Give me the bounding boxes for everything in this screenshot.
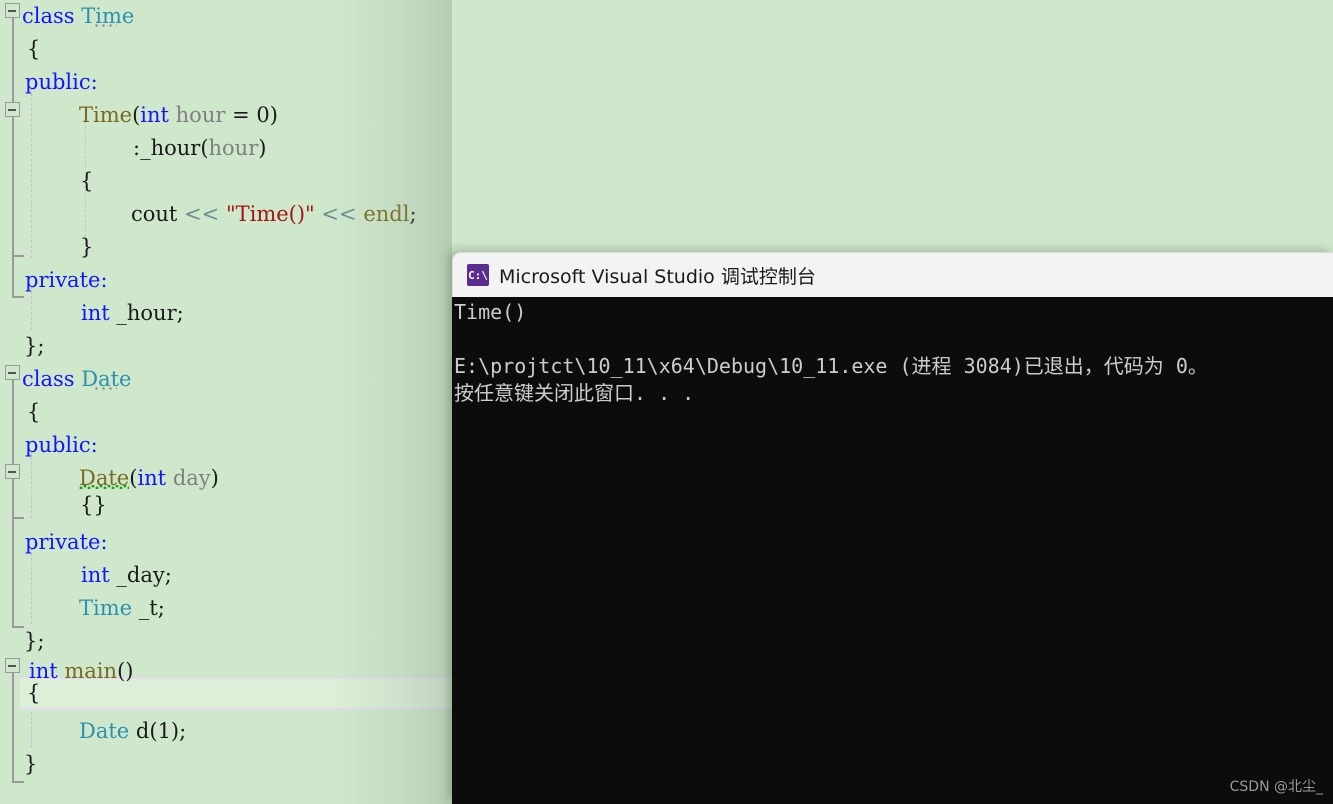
code-line[interactable]: { — [0, 165, 93, 198]
code-line[interactable]: class Time — [0, 0, 134, 33]
code-line[interactable]: }; — [0, 625, 44, 658]
code-line[interactable]: Time(int hour = 0) — [0, 99, 278, 132]
constructor-date: Date — [79, 466, 130, 490]
member-hour: _hour; — [116, 301, 184, 325]
keyword-int: int — [137, 466, 167, 490]
code-line[interactable]: int _hour; — [0, 297, 184, 330]
screenshot-root: class Time { public: Time(int hour = 0) … — [0, 0, 1333, 804]
init-list-member: :_hour — [133, 136, 201, 160]
code-line[interactable]: public: — [0, 429, 98, 462]
code-line[interactable]: }; — [0, 330, 44, 363]
function-main: main — [64, 659, 118, 683]
paren-close: ) — [210, 466, 219, 490]
code-line[interactable]: int _day; — [0, 559, 172, 592]
code-line[interactable]: cout << "Time()" << endl; — [0, 198, 417, 231]
parens: () — [117, 659, 134, 683]
typename-time: Time — [81, 4, 135, 28]
init-arg-hour: hour — [208, 136, 259, 160]
csdn-watermark: CSDN @北尘_ — [1229, 779, 1323, 795]
param-hour: hour — [175, 103, 226, 127]
code-line[interactable]: { — [0, 396, 40, 429]
class-end: }; — [24, 334, 45, 358]
code-line[interactable]: private: — [0, 264, 108, 297]
variable-d: d — [135, 719, 150, 743]
member-day: _day; — [116, 563, 172, 587]
brace-close: } — [80, 235, 94, 259]
typename-date: Date — [81, 367, 132, 391]
console-titlebar[interactable]: C:\ Microsoft Visual Studio 调试控制台 — [452, 252, 1333, 297]
param-day: day — [172, 466, 211, 490]
member-t: _t; — [138, 596, 165, 620]
endl-manipulator: endl — [363, 202, 410, 226]
code-line[interactable]: Time _t; — [0, 592, 165, 625]
cout-stream: cout — [131, 202, 178, 226]
brace-open: { — [80, 169, 94, 193]
keyword-int: int — [81, 301, 110, 325]
brace-open: { — [27, 37, 41, 61]
brace-open: { — [27, 400, 41, 424]
code-line[interactable]: Date d(1); — [0, 715, 186, 748]
console-output-line: 按任意键关闭此窗口. . . — [454, 381, 695, 405]
console-output-line: E:\projtct\10_11\x64\Debug\10_11.exe (进程… — [454, 354, 1208, 378]
console-output-line: Time() — [454, 300, 527, 324]
paren-close: ) — [258, 136, 267, 160]
brace-open: { — [27, 681, 41, 705]
console-title-text: Microsoft Visual Studio 调试控制台 — [499, 265, 816, 288]
code-line[interactable]: {} — [0, 489, 107, 522]
typename-time: Time — [79, 596, 133, 620]
semicolon: ; — [409, 202, 417, 226]
default-value: 0 — [256, 103, 270, 127]
class-end: }; — [24, 629, 45, 653]
debug-console-window[interactable]: C:\ Microsoft Visual Studio 调试控制台 Time()… — [452, 252, 1333, 804]
code-line[interactable]: } — [0, 748, 40, 781]
code-line-current[interactable]: { — [0, 677, 40, 710]
keyword-int: int — [81, 563, 110, 587]
brace-close: } — [24, 752, 38, 776]
constructor-time: Time — [79, 103, 133, 127]
paren-close: ) — [269, 103, 278, 127]
access-specifier-public: public: — [25, 70, 98, 94]
console-icon-glyph: C:\ — [468, 268, 488, 282]
assign-op: = — [225, 103, 257, 127]
console-window-icon: C:\ — [467, 264, 489, 286]
access-specifier-public: public: — [25, 433, 98, 457]
code-line[interactable]: :_hour(hour) — [0, 132, 266, 165]
console-output-area[interactable]: Time() E:\projtct\10_11\x64\Debug\10_11.… — [452, 297, 1333, 804]
access-specifier-private: private: — [25, 530, 108, 554]
code-line[interactable]: private: — [0, 526, 108, 559]
call-args: (1); — [149, 719, 187, 743]
empty-body-braces: {} — [80, 493, 107, 517]
keyword-class: class — [22, 367, 75, 391]
typename-date: Date — [79, 719, 130, 743]
code-line[interactable]: public: — [0, 66, 98, 99]
code-line[interactable]: } — [0, 231, 93, 264]
access-specifier-private: private: — [25, 268, 108, 292]
keyword-int: int — [140, 103, 169, 127]
keyword-class: class — [22, 4, 75, 28]
insertion-operator: << — [321, 202, 357, 226]
paren-open: ( — [200, 136, 209, 160]
string-literal: "Time()" — [225, 202, 315, 226]
code-line[interactable]: class Date — [0, 363, 131, 396]
code-line[interactable]: { — [0, 33, 40, 66]
insertion-operator: << — [184, 202, 220, 226]
